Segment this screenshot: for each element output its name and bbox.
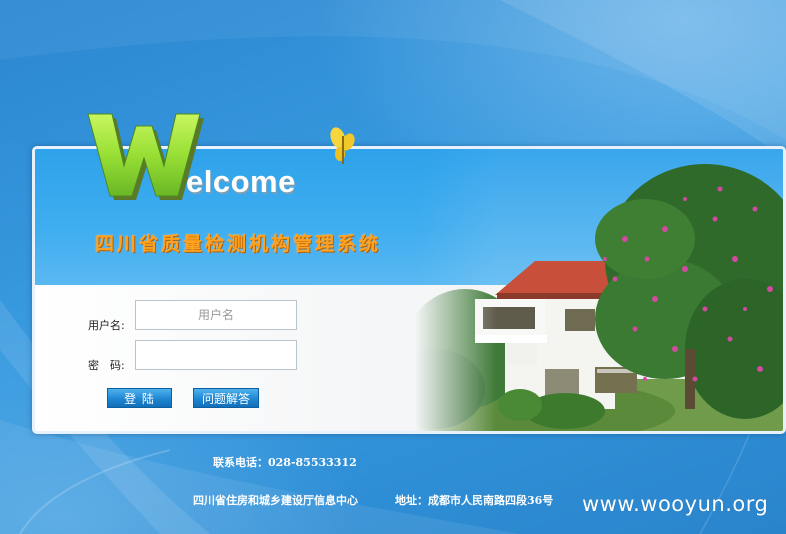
password-label: 密 码: — [88, 359, 125, 372]
welcome-initial: W — [86, 104, 177, 200]
help-button[interactable]: 问题解答 — [193, 388, 259, 408]
watermark: www.wooyun.org — [582, 492, 769, 516]
login-button[interactable]: 登 陆 — [107, 388, 172, 408]
contact-phone: 联系电话：028-85533312 — [213, 456, 357, 469]
username-input[interactable] — [135, 300, 297, 330]
system-title: 四川省质量检测机构管理系统 — [95, 233, 382, 255]
house-photo — [415, 149, 783, 431]
butterfly-icon — [330, 127, 355, 164]
password-input[interactable] — [135, 340, 297, 370]
organization-name: 四川省住房和城乡建设厅信息中心 — [193, 494, 358, 507]
username-label: 用户名: — [88, 319, 125, 332]
welcome-text: elcome — [186, 164, 296, 199]
address: 地址：成都市人民南路四段36号 — [395, 494, 554, 507]
